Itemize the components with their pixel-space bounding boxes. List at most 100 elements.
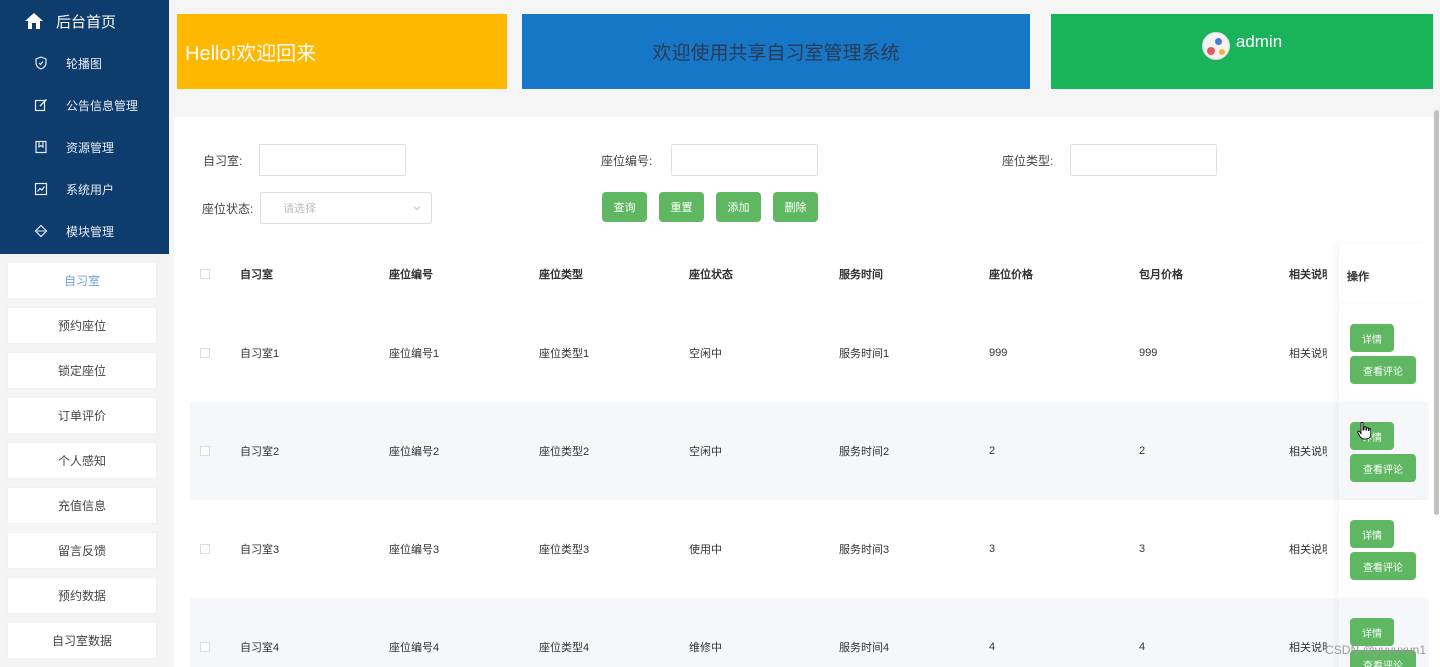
cell-note: 相关说明 xyxy=(1289,348,1327,360)
page-scrollbar[interactable] xyxy=(1434,110,1439,515)
view-comments-button[interactable]: 查看评论 xyxy=(1350,454,1416,482)
sidebar-item-order-review[interactable]: 订单评价 xyxy=(7,397,157,434)
room-input[interactable] xyxy=(259,144,406,176)
ops-header: 操作 xyxy=(1339,244,1429,304)
room-label: 自习室: xyxy=(203,154,243,168)
sidebar-item-carousel[interactable]: 轮播图 xyxy=(0,42,169,84)
cell-time: 服务时间3 xyxy=(839,544,890,556)
sidebar-item-reserve-seat[interactable]: 预约座位 xyxy=(7,307,157,344)
edit-icon xyxy=(34,98,48,112)
sidebar: 后台首页 轮播图 公告信息管理 资源管理 系统用户 模块管理 自习室 预约座位 … xyxy=(0,0,169,667)
cell-price: 2 xyxy=(989,445,996,457)
sidebar-item-feedback[interactable]: 留言反馈 xyxy=(7,532,157,569)
welcome-text: Hello!欢迎回来 xyxy=(185,43,317,65)
sidebar-item-study-room[interactable]: 自习室 xyxy=(7,262,157,299)
cell-monthly: 4 xyxy=(1139,641,1146,653)
username[interactable]: admin xyxy=(1236,32,1282,52)
row-checkbox[interactable] xyxy=(200,642,210,652)
cell-seat-no: 座位编号1 xyxy=(389,348,440,360)
col-header-ops: 操作 xyxy=(1347,271,1369,283)
col-header-status: 座位状态 xyxy=(689,269,733,281)
seat-status-label: 座位状态: xyxy=(202,202,254,216)
row-checkbox[interactable] xyxy=(200,348,210,358)
cell-time: 服务时间4 xyxy=(839,642,890,654)
view-comments-button[interactable]: 查看评论 xyxy=(1350,356,1416,384)
sidebar-item-reserve-data[interactable]: 预约数据 xyxy=(7,577,157,614)
col-header-seat-no: 座位编号 xyxy=(389,269,433,281)
seat-status-select[interactable]: 请选择 xyxy=(260,192,432,224)
sidebar-item-label: 模块管理 xyxy=(66,224,115,239)
reset-button[interactable]: 重置 xyxy=(659,192,704,222)
cell-monthly: 999 xyxy=(1139,347,1158,359)
row-actions: 详情 查看评论 xyxy=(1339,402,1429,500)
detail-button[interactable]: 详情 xyxy=(1350,520,1394,548)
detail-button[interactable]: 详情 xyxy=(1350,324,1394,352)
cell-room: 自习室2 xyxy=(240,446,280,458)
avatar[interactable] xyxy=(1201,32,1230,60)
row-actions: 详情 查看评论 xyxy=(1339,500,1429,598)
sidebar-item-home[interactable]: 后台首页 xyxy=(0,0,169,42)
seat-type-input[interactable] xyxy=(1070,144,1217,176)
sidebar-item-modules[interactable]: 模块管理 xyxy=(0,210,169,252)
row-actions: 详情 查看评论 xyxy=(1339,304,1429,402)
table-header: 自习室 座位编号 座位类型 座位状态 服务时间 座位价格 包月价格 相关说明 操… xyxy=(190,244,1429,304)
home-icon xyxy=(25,13,43,29)
sidebar-item-lock-seat[interactable]: 锁定座位 xyxy=(7,352,157,389)
detail-button[interactable]: 详情 xyxy=(1350,618,1394,646)
table-row: 自习室3 座位编号3 座位类型3 使用中 服务时间3 3 3 相关说明 详情 查… xyxy=(190,500,1429,598)
user-card: admin xyxy=(1051,14,1433,89)
hand-cursor-icon xyxy=(1357,422,1371,440)
cell-seat-type: 座位类型3 xyxy=(539,544,590,556)
cell-price: 3 xyxy=(989,543,996,555)
col-header-note: 相关说明 xyxy=(1289,269,1327,281)
view-comments-button[interactable]: 查看评论 xyxy=(1350,552,1416,580)
cell-room: 自习室4 xyxy=(240,642,280,654)
delete-button[interactable]: 删除 xyxy=(773,192,818,222)
sidebar-item-notice[interactable]: 公告信息管理 xyxy=(0,84,169,126)
sidebar-item-resources[interactable]: 资源管理 xyxy=(0,126,169,168)
table-row: 自习室2 座位编号2 座位类型2 空闲中 服务时间2 2 2 相关说明 详情 查… xyxy=(190,402,1429,500)
chart-icon xyxy=(34,182,48,196)
query-button[interactable]: 查询 xyxy=(602,192,647,222)
watermark: CSDN @yuyuxun1 xyxy=(1325,643,1426,657)
seat-no-input[interactable] xyxy=(671,144,818,176)
col-header-room: 自习室 xyxy=(240,269,273,281)
sidebar-item-recharge[interactable]: 充值信息 xyxy=(7,487,157,524)
seat-status-placeholder: 请选择 xyxy=(283,203,316,215)
add-button[interactable]: 添加 xyxy=(716,192,761,222)
cell-note: 相关说明 xyxy=(1289,642,1327,654)
sidebar-admin-menu: 后台首页 轮播图 公告信息管理 资源管理 系统用户 模块管理 xyxy=(0,0,169,254)
cell-monthly: 2 xyxy=(1139,445,1146,457)
diamond-icon xyxy=(34,224,48,238)
cell-room: 自习室1 xyxy=(240,348,280,360)
cell-seat-type: 座位类型1 xyxy=(539,348,590,360)
cell-seat-no: 座位编号2 xyxy=(389,446,440,458)
sidebar-home-label: 后台首页 xyxy=(56,13,117,31)
welcome-card: Hello!欢迎回来 xyxy=(177,14,507,89)
row-checkbox[interactable] xyxy=(200,544,210,554)
sidebar-item-room-data[interactable]: 自习室数据 xyxy=(7,622,157,659)
cell-time: 服务时间1 xyxy=(839,348,890,360)
shield-icon xyxy=(34,56,48,70)
select-all-checkbox[interactable] xyxy=(200,269,210,279)
cell-price: 999 xyxy=(989,347,1008,359)
cell-monthly: 3 xyxy=(1139,543,1146,555)
sidebar-item-label: 公告信息管理 xyxy=(66,98,139,113)
cell-note: 相关说明 xyxy=(1289,446,1327,458)
cell-seat-no: 座位编号3 xyxy=(389,544,440,556)
system-title: 欢迎使用共享自习室管理系统 xyxy=(652,43,900,64)
table-row: 自习室1 座位编号1 座位类型1 空闲中 服务时间1 999 999 相关说明 … xyxy=(190,304,1429,402)
sidebar-item-label: 系统用户 xyxy=(66,182,115,197)
sidebar-item-label: 轮播图 xyxy=(66,56,103,71)
sidebar-item-label: 资源管理 xyxy=(66,140,115,155)
system-title-card: 欢迎使用共享自习室管理系统 xyxy=(522,14,1030,89)
sidebar-item-users[interactable]: 系统用户 xyxy=(0,168,169,210)
seat-type-label: 座位类型: xyxy=(1002,154,1054,168)
seat-no-label: 座位编号: xyxy=(601,154,653,168)
cell-note: 相关说明 xyxy=(1289,544,1327,556)
bookmark-icon xyxy=(34,140,48,154)
cell-status: 使用中 xyxy=(689,544,722,556)
seat-table: 自习室 座位编号 座位类型 座位状态 服务时间 座位价格 包月价格 相关说明 操… xyxy=(190,244,1429,667)
sidebar-item-personal[interactable]: 个人感知 xyxy=(7,442,157,479)
row-checkbox[interactable] xyxy=(200,446,210,456)
